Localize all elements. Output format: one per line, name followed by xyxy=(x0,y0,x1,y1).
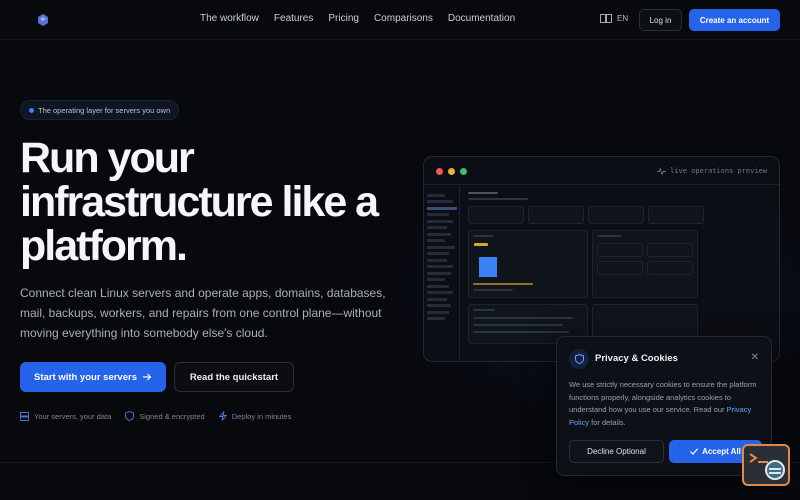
nav-link-pricing[interactable]: Pricing xyxy=(328,13,359,24)
preview-dashboard xyxy=(460,186,779,361)
maximize-dot xyxy=(460,168,467,175)
start-button-label: Start with your servers xyxy=(34,371,137,383)
server-icon xyxy=(20,411,29,421)
nav-links: The workflow Features Pricing Comparison… xyxy=(200,13,515,24)
badge-dot xyxy=(29,108,34,113)
feature-label: Signed & encrypted xyxy=(139,411,205,421)
preview-titlebar: live operations preview xyxy=(424,157,779,185)
feature-item: Deploy in minutes xyxy=(218,411,292,421)
start-with-servers-button[interactable]: Start with your servers xyxy=(20,362,166,392)
cookie-consent-dialog: Privacy & Cookies ✕ We use strictly nece… xyxy=(556,336,772,476)
minimize-dot xyxy=(448,168,455,175)
privacy-shield-icon xyxy=(569,349,589,369)
feature-list: Your servers, your data Signed & encrypt… xyxy=(20,411,291,421)
terminal-search-icon xyxy=(749,453,785,480)
nav-link-workflow[interactable]: The workflow xyxy=(200,13,259,24)
login-button[interactable]: Log in xyxy=(639,9,682,31)
close-icon[interactable]: ✕ xyxy=(751,352,759,363)
cookie-body-end: for details. xyxy=(591,417,626,427)
read-quickstart-button[interactable]: Read the quickstart xyxy=(174,362,294,392)
preview-body xyxy=(424,186,779,361)
feature-label: Your servers, your data xyxy=(34,411,112,421)
feature-item: Your servers, your data xyxy=(20,411,111,421)
cookie-text: We use strictly necessary cookies to ens… xyxy=(569,379,765,429)
book-icon xyxy=(600,14,612,23)
nav-link-documentation[interactable]: Documentation xyxy=(448,13,515,24)
operations-preview-window: live operations preview xyxy=(423,156,780,362)
arrow-right-icon xyxy=(142,373,152,381)
preview-label: live operations preview xyxy=(657,167,767,175)
shield-icon xyxy=(125,411,135,421)
hero-description: Connect clean Linux servers and operate … xyxy=(20,286,386,340)
preview-sidebar xyxy=(424,186,460,361)
check-icon xyxy=(690,448,699,455)
close-dot xyxy=(436,168,443,175)
cookie-title: Privacy & Cookies xyxy=(595,353,678,364)
feature-label: Deploy in minutes xyxy=(231,411,292,421)
top-nav: The workflow Features Pricing Comparison… xyxy=(0,0,800,40)
decline-optional-button[interactable]: Decline Optional xyxy=(569,440,664,463)
activity-icon xyxy=(657,167,667,175)
create-account-button[interactable]: Create an account xyxy=(689,9,780,31)
assistant-widget[interactable] xyxy=(742,444,790,486)
hero-title: Run your infrastructure like a platform. xyxy=(20,134,379,270)
nav-link-comparisons[interactable]: Comparisons xyxy=(374,13,433,24)
lightning-icon xyxy=(218,411,227,421)
feature-item: Signed & encrypted xyxy=(125,411,205,421)
logo-icon[interactable] xyxy=(38,14,48,26)
hero-badge: The operating layer for servers you own xyxy=(20,100,180,120)
accept-all-label: Accept All xyxy=(702,447,741,456)
language-switcher[interactable]: EN xyxy=(600,14,628,23)
badge-text: The operating layer for servers you own xyxy=(38,105,171,115)
language-code: EN xyxy=(617,14,629,23)
preview-label-text: live operations preview xyxy=(670,167,767,175)
nav-link-features[interactable]: Features xyxy=(274,13,313,24)
